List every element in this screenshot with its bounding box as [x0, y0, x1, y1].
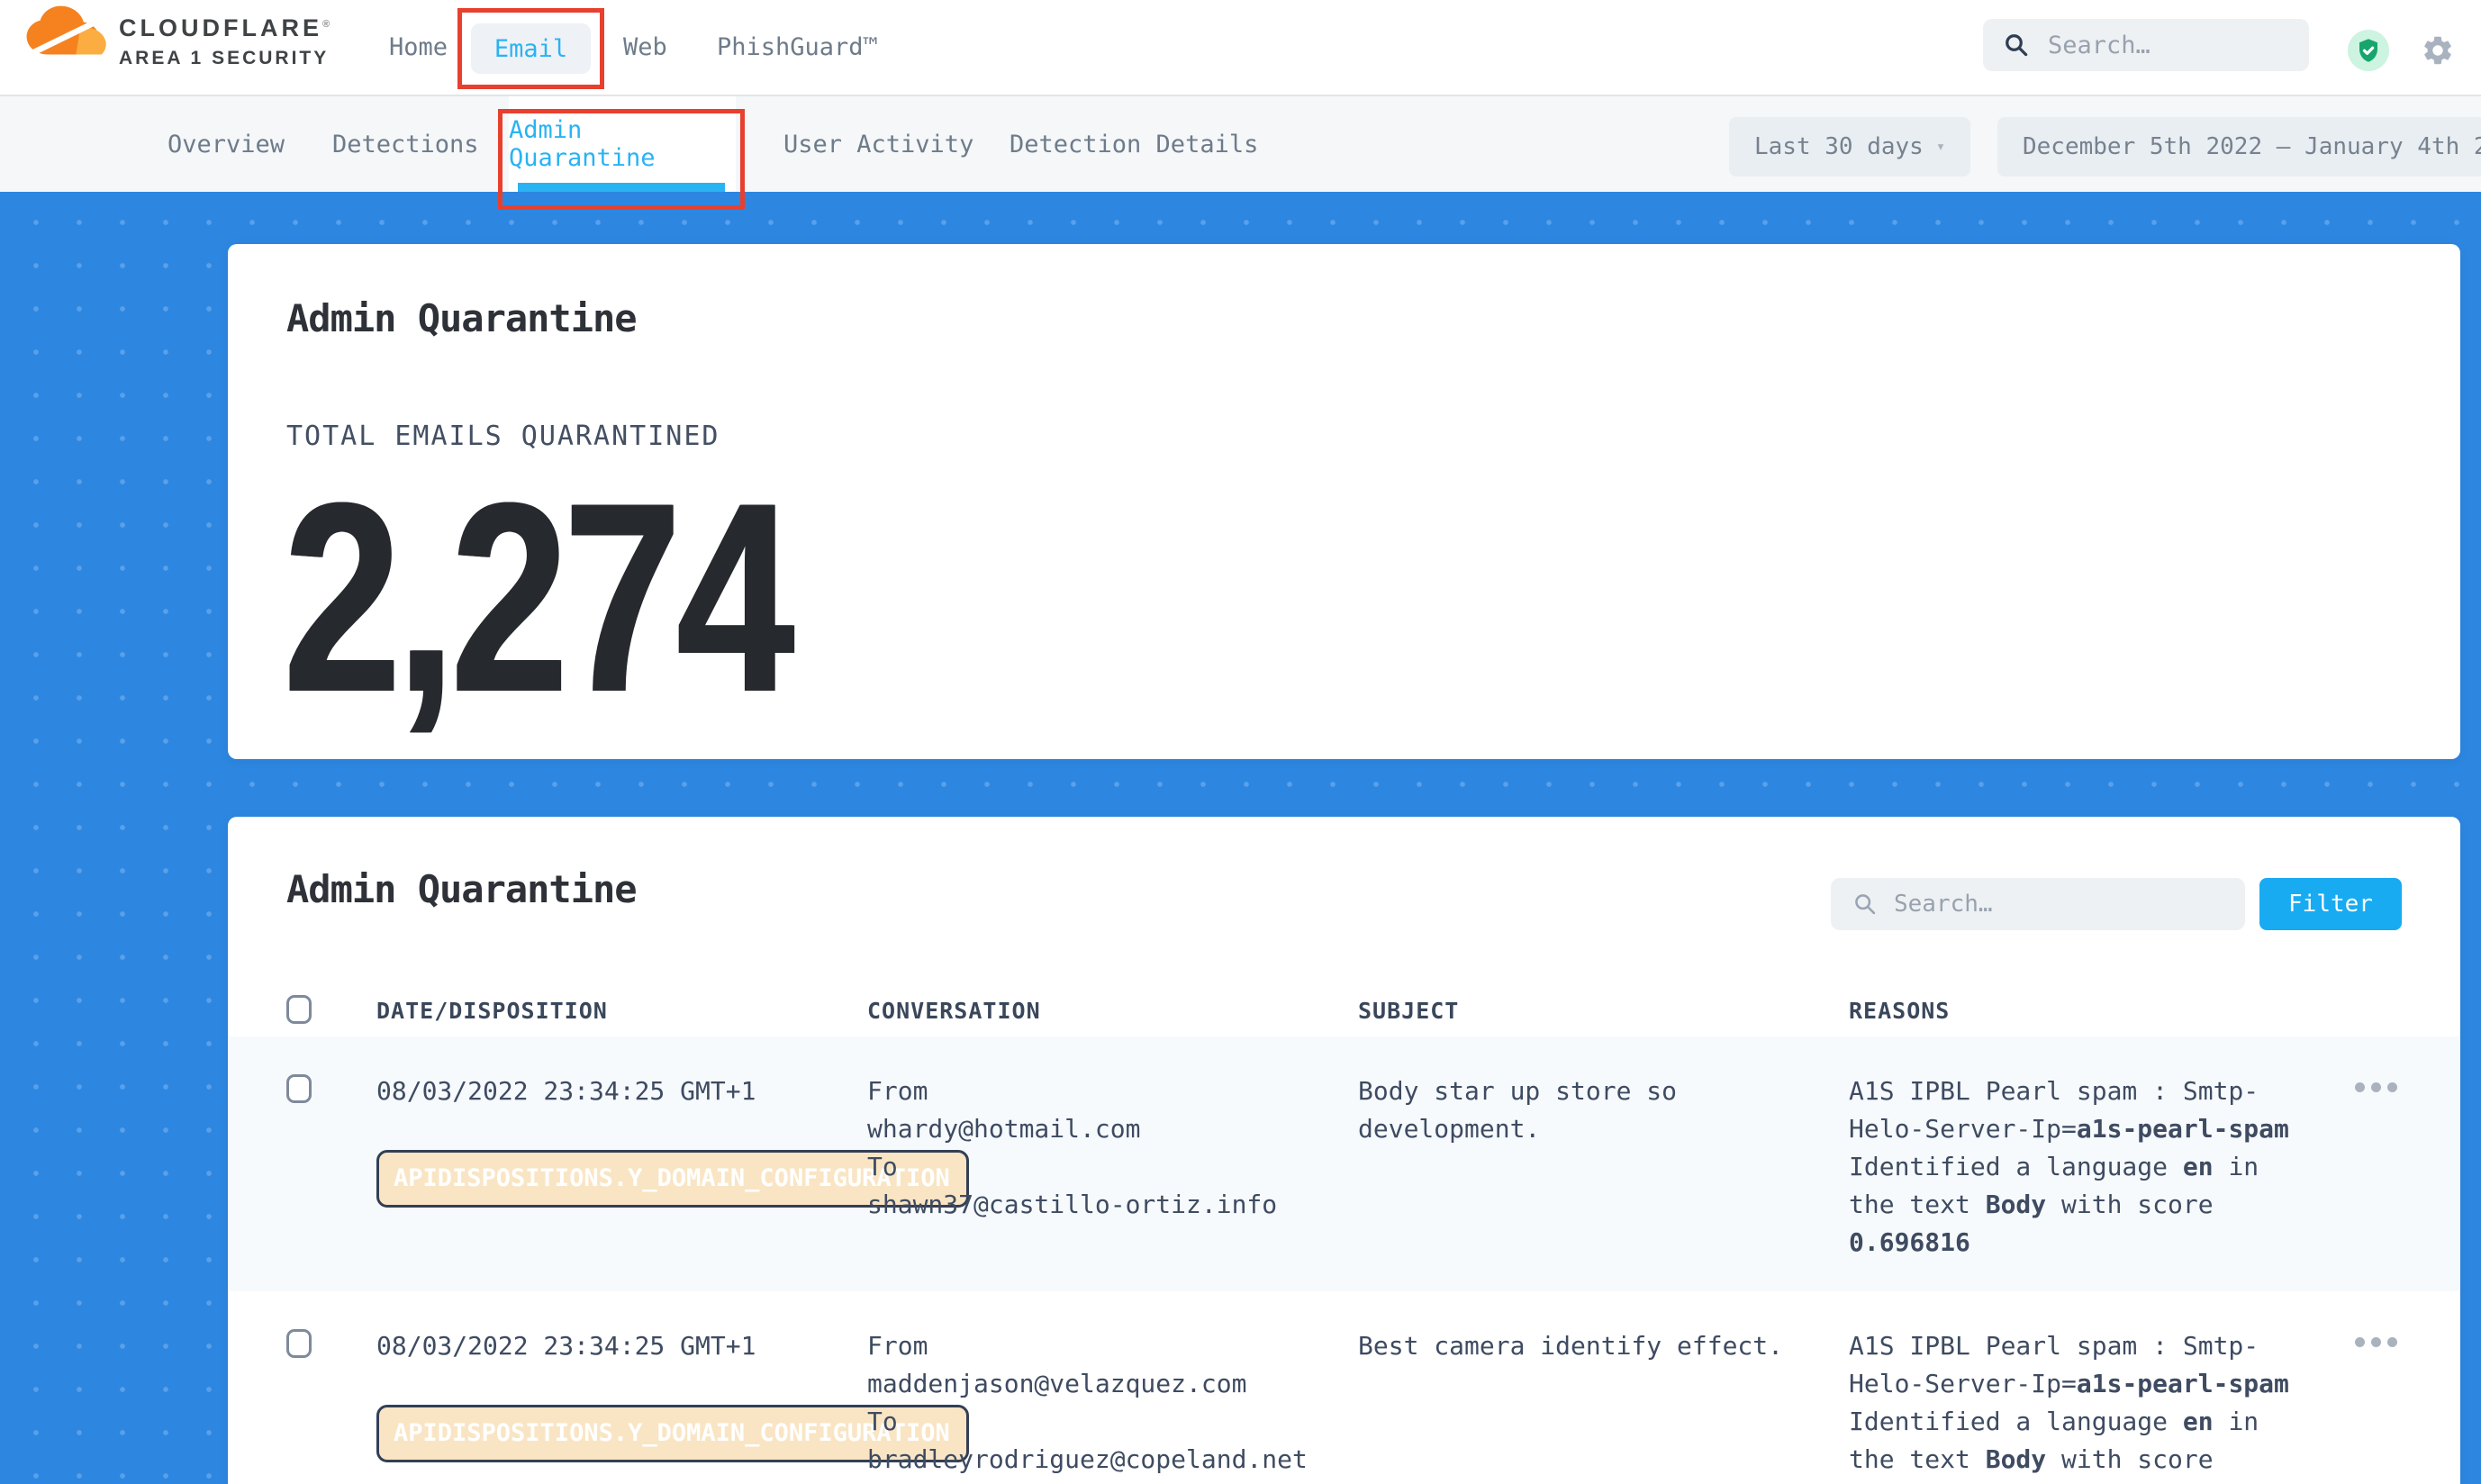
row-date: 08/03/2022 23:34:25 GMT+1 — [376, 1072, 867, 1110]
table-search — [1831, 878, 2245, 930]
row-conversation: From maddenjason@velazquez.com To bradle… — [867, 1327, 1358, 1484]
quarantine-table-card: Admin Quarantine Filter DATE/DISPOSITION… — [228, 817, 2460, 1484]
topnav-email[interactable]: Email — [471, 23, 591, 74]
tab-user-activity[interactable]: User Activity — [783, 96, 973, 192]
date-range-display[interactable]: December 5th 2022 — January 4th 2023 — [1997, 117, 2481, 176]
active-tab-underline — [518, 183, 725, 192]
column-header-date: DATE/DISPOSITION — [376, 998, 867, 1024]
table-card-title: Admin Quarantine — [286, 867, 637, 911]
row-subject: Best camera identify effect. — [1358, 1327, 1849, 1484]
column-header-subject: SUBJECT — [1358, 998, 1849, 1024]
metric-value: 2,274 — [284, 462, 790, 732]
logo-product: AREA 1 SECURITY — [119, 49, 333, 68]
to-address[interactable]: shawn37@castillo-ortiz.info — [867, 1186, 1358, 1224]
row-checkbox[interactable] — [286, 1329, 312, 1358]
topnav-web[interactable]: Web — [623, 0, 667, 95]
table-body: 08/03/2022 23:34:25 GMT+1 APIDISPOSITION… — [228, 1036, 2460, 1484]
row-checkbox[interactable] — [286, 1074, 312, 1103]
column-header-conversation: CONVERSATION — [867, 998, 1358, 1024]
logo-brand: CLOUDFLARE® — [119, 16, 333, 41]
cloudflare-logo: CLOUDFLARE® AREA 1 SECURITY — [20, 4, 333, 68]
from-address[interactable]: whardy@hotmail.com — [867, 1110, 1358, 1148]
global-search-input[interactable] — [2046, 31, 2284, 60]
row-actions-menu[interactable] — [2355, 1081, 2402, 1092]
row-conversation: From whardy@hotmail.com To shawn37@casti… — [867, 1072, 1358, 1291]
shield-check-icon — [2355, 37, 2382, 64]
row-date: 08/03/2022 23:34:25 GMT+1 — [376, 1327, 867, 1365]
row-actions-menu[interactable] — [2355, 1336, 2402, 1347]
summary-card-title: Admin Quarantine — [286, 296, 637, 340]
logo-registered-mark: ® — [322, 19, 333, 30]
row-subject: Body star up store so development. — [1358, 1072, 1849, 1291]
from-address[interactable]: maddenjason@velazquez.com — [867, 1365, 1358, 1403]
topnav-home[interactable]: Home — [389, 0, 448, 95]
topnav-phishguard[interactable]: PhishGuard™ — [717, 0, 878, 95]
summary-card: Admin Quarantine TOTAL EMAILS QUARANTINE… — [228, 244, 2460, 759]
settings-gear-icon[interactable] — [2421, 33, 2455, 68]
tab-admin-quarantine[interactable]: Admin Quarantine — [509, 96, 736, 192]
screen: CLOUDFLARE® AREA 1 SECURITY Home Email W… — [0, 0, 2481, 1484]
cloudflare-cloud-icon — [20, 4, 113, 59]
page-canvas: Admin Quarantine TOTAL EMAILS QUARANTINE… — [0, 192, 2481, 1484]
tab-overview[interactable]: Overview — [168, 96, 285, 192]
tab-detections[interactable]: Detections — [332, 96, 479, 192]
subnav: Overview Detections Admin Quarantine Use… — [0, 95, 2481, 192]
table-row: 08/03/2022 23:34:25 GMT+1 APIDISPOSITION… — [228, 1291, 2460, 1484]
table-row: 08/03/2022 23:34:25 GMT+1 APIDISPOSITION… — [228, 1036, 2460, 1291]
search-icon — [2003, 32, 2030, 59]
date-range-dropdown[interactable]: Last 30 days ▾ — [1729, 117, 1970, 176]
protection-status-badge[interactable] — [2348, 30, 2389, 71]
filter-button[interactable]: Filter — [2259, 878, 2402, 930]
table-search-input[interactable] — [1892, 890, 2202, 918]
row-reasons: A1S IPBL Pearl spam : Smtp-Helo-Server-I… — [1849, 1327, 2299, 1484]
annotation-box-email: Email — [457, 8, 604, 89]
tab-detection-details[interactable]: Detection Details — [1010, 96, 1258, 192]
chevron-down-icon: ▾ — [1936, 138, 1945, 156]
tab-admin-quarantine-label: Admin Quarantine — [509, 116, 736, 172]
row-reasons: A1S IPBL Pearl spam : Smtp-Helo-Server-I… — [1849, 1072, 2299, 1291]
column-header-reasons: REASONS — [1849, 998, 2299, 1024]
global-search — [1983, 19, 2309, 71]
topbar: CLOUDFLARE® AREA 1 SECURITY Home Email W… — [0, 0, 2481, 95]
to-address[interactable]: bradleyrodriguez@copeland.net — [867, 1441, 1358, 1479]
search-icon — [1852, 891, 1878, 917]
select-all-checkbox[interactable] — [286, 995, 312, 1024]
table-header: DATE/DISPOSITION CONVERSATION SUBJECT RE… — [228, 984, 2460, 1036]
